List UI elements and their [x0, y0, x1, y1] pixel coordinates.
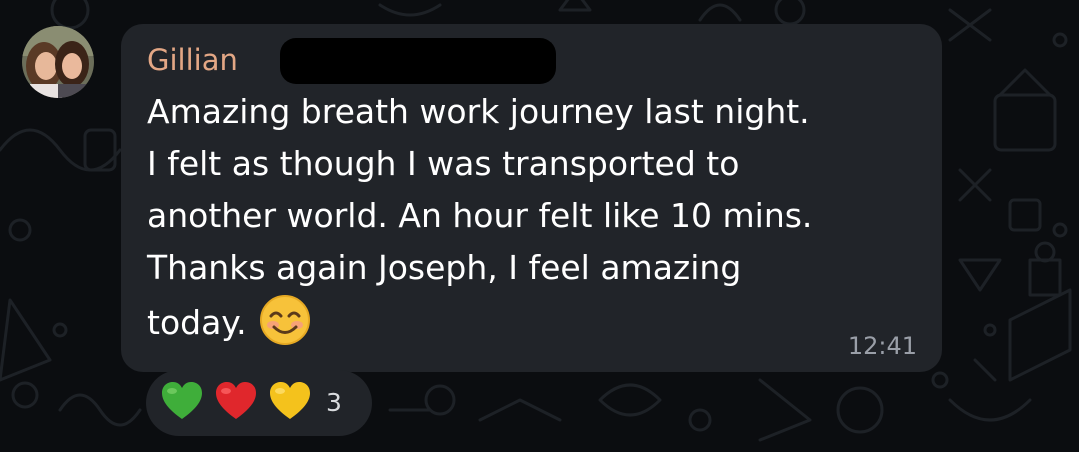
sender-avatar[interactable] — [22, 26, 94, 98]
redaction-mark — [280, 38, 556, 84]
smiling-face-emoji-icon — [259, 294, 311, 361]
message-line: Thanks again Joseph, I feel amazing — [147, 248, 742, 287]
message-line: today. — [147, 303, 247, 342]
green-heart-icon[interactable] — [160, 381, 204, 425]
avatar-photo — [22, 26, 94, 98]
message-line: another world. An hour felt like 10 mins… — [147, 196, 813, 235]
yellow-heart-icon[interactable] — [268, 381, 312, 425]
message-line-last: today. — [147, 294, 917, 361]
message-bubble[interactable]: Gillian Amazing breath work journey last… — [121, 24, 942, 372]
sender-name[interactable]: Gillian — [147, 40, 238, 80]
reactions-bar[interactable]: 3 — [146, 370, 372, 436]
message-text: Amazing breath work journey last night. … — [147, 86, 917, 361]
message-timestamp: 12:41 — [847, 332, 917, 360]
message-line: Amazing breath work journey last night. — [147, 92, 810, 131]
red-heart-icon[interactable] — [214, 381, 258, 425]
reaction-count: 3 — [326, 388, 342, 417]
message-line: I felt as though I was transported to — [147, 144, 740, 183]
sender-row: Gillian — [147, 38, 556, 84]
chat-view: Gillian Amazing breath work journey last… — [0, 0, 1079, 452]
